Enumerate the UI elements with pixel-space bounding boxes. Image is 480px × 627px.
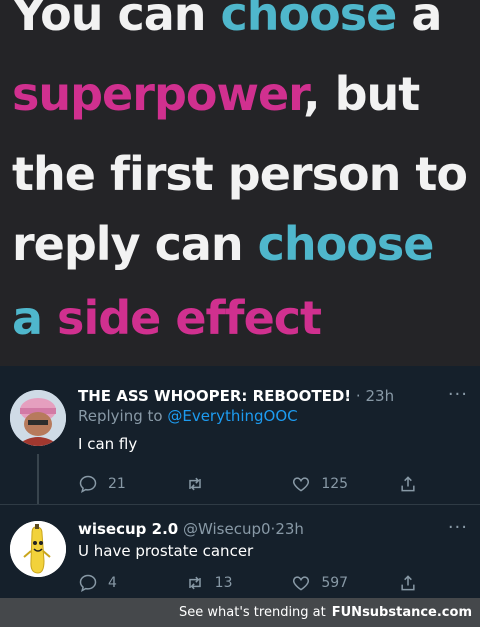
- share-button[interactable]: [398, 573, 418, 593]
- like-count: 597: [321, 575, 349, 591]
- tweet-header: wisecup 2.0 @Wisecup0·23h: [78, 519, 440, 539]
- meme-text-segment: side effect: [42, 291, 322, 345]
- heart-icon: [293, 576, 310, 591]
- retweet-icon: [188, 477, 201, 491]
- meme-text-segment: choose: [220, 0, 398, 41]
- share-icon: [401, 575, 415, 591]
- reply-icon: [79, 475, 97, 493]
- tweet-body: wisecup 2.0 @Wisecup0·23h U have prostat…: [78, 519, 440, 561]
- share-icon: [401, 476, 415, 492]
- tweet-actions: 21 125: [78, 472, 418, 496]
- meme-image: You can choose a superpower, but the fir…: [0, 0, 480, 366]
- meme-text-segment: , but: [303, 67, 420, 121]
- heart-icon: [293, 477, 310, 492]
- tweet-actions: 4 13 597: [78, 571, 418, 595]
- reply-tweet[interactable]: wisecup 2.0 @Wisecup0·23h U have prostat…: [0, 505, 480, 598]
- timestamp[interactable]: 23h: [275, 520, 304, 538]
- more-options-icon[interactable]: ···: [448, 384, 468, 405]
- more-options-icon[interactable]: ···: [448, 517, 468, 538]
- avatar[interactable]: [10, 521, 66, 577]
- thread-line: [37, 454, 39, 504]
- share-button[interactable]: [398, 474, 418, 494]
- avatar[interactable]: [10, 390, 66, 446]
- banana-avatar-icon: [10, 521, 66, 577]
- reply-icon: [79, 574, 97, 592]
- footer-brand[interactable]: FUNsubstance.com: [332, 605, 472, 620]
- separator-dot: ·: [355, 387, 361, 405]
- reply-tweet[interactable]: THE ASS WHOOPER: REBOOTED! · 23h Replyin…: [0, 366, 480, 504]
- retweet-button[interactable]: [185, 474, 245, 494]
- meme-text-segment: You can: [12, 0, 221, 41]
- like-button[interactable]: 125: [291, 474, 351, 494]
- heavy-avatar-icon: [10, 390, 66, 446]
- meme-text-segment: the first person to: [12, 147, 468, 201]
- replying-prefix: Replying to: [78, 407, 168, 425]
- reply-button[interactable]: 21: [78, 474, 138, 494]
- retweet-count: 13: [214, 575, 233, 591]
- replying-to: Replying to @EverythingOOC: [78, 406, 440, 426]
- timestamp[interactable]: 23h: [365, 387, 394, 405]
- reply-count: 21: [108, 476, 126, 492]
- like-count: 125: [321, 476, 349, 492]
- display-name[interactable]: wisecup 2.0: [78, 520, 178, 538]
- like-button[interactable]: 597: [291, 573, 351, 593]
- meme-text-segment: reply can: [12, 217, 258, 271]
- watermark-footer[interactable]: See what's trending at FUNsubstance.com: [0, 598, 480, 627]
- meme-text-segment: a: [396, 0, 442, 41]
- tweet-body: THE ASS WHOOPER: REBOOTED! · 23h Replyin…: [78, 386, 440, 454]
- reply-count: 4: [108, 575, 117, 591]
- retweet-icon: [188, 576, 201, 590]
- footer-text: See what's trending at: [179, 605, 326, 620]
- meme-line: You can choose a: [12, 0, 480, 42]
- meme-line: superpower, but: [12, 66, 480, 122]
- reply-button[interactable]: 4: [78, 573, 138, 593]
- display-name[interactable]: THE ASS WHOOPER: REBOOTED!: [78, 387, 351, 405]
- mention-link[interactable]: @EverythingOOC: [167, 407, 297, 425]
- tweet-header: THE ASS WHOOPER: REBOOTED! · 23h: [78, 386, 440, 406]
- tweet-text: I can fly: [78, 435, 138, 453]
- meme-line: the first person to: [12, 146, 480, 202]
- meme-text-segment: superpower: [12, 67, 304, 121]
- tweet-text: U have prostate cancer: [78, 542, 254, 560]
- meme-line: a side effect: [12, 290, 480, 346]
- meme-line: reply can choose: [12, 216, 480, 272]
- meme-text-segment: a: [12, 291, 43, 345]
- meme-text-segment: choose: [257, 217, 435, 271]
- user-handle[interactable]: @Wisecup0: [183, 520, 271, 538]
- retweet-button[interactable]: 13: [185, 573, 245, 593]
